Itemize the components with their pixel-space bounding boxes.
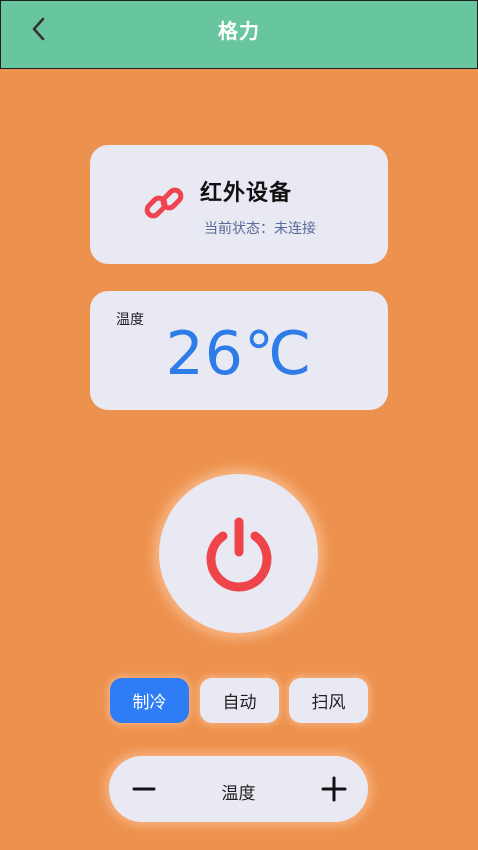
plus-icon — [321, 776, 347, 802]
device-card: 红外设备 当前状态：未连接 — [90, 145, 388, 264]
mode-cool-button[interactable]: 制冷 — [110, 678, 189, 723]
power-button[interactable] — [159, 474, 318, 633]
mode-swing-button[interactable]: 扫风 — [289, 678, 368, 723]
temperature-value: 26℃ — [165, 319, 313, 389]
power-icon — [206, 517, 271, 591]
link-icon — [144, 187, 184, 219]
temperature-control: 温度 — [109, 756, 368, 822]
page-title: 格力 — [218, 19, 260, 43]
temp-increase-button[interactable] — [314, 769, 354, 809]
temperature-card: 温度 26℃ — [90, 291, 388, 410]
device-name: 红外设备 — [200, 181, 293, 206]
app-header: 格力 — [0, 0, 478, 69]
connection-status: 当前状态：未连接 — [204, 221, 316, 237]
mode-auto-button[interactable]: 自动 — [200, 678, 279, 723]
